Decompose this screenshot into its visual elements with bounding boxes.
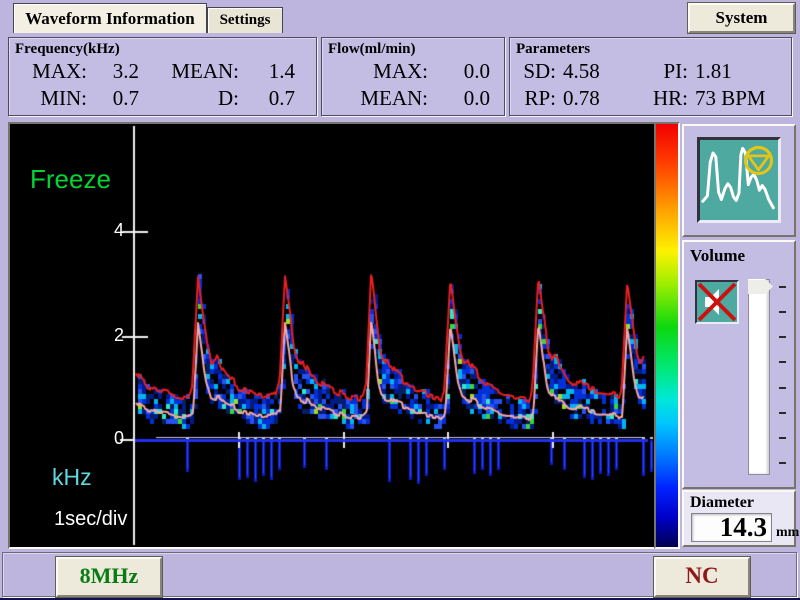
frequency-max-value: 3.2 bbox=[87, 58, 139, 85]
frequency-mean-label: MEAN: bbox=[139, 58, 239, 85]
volume-slider-track[interactable] bbox=[748, 279, 770, 475]
parameters-rp-value: 0.78 bbox=[556, 85, 638, 112]
waveform-mode-button[interactable] bbox=[697, 137, 781, 223]
freeze-status-label: Freeze bbox=[30, 164, 111, 195]
time-scale-label: 1sec/div bbox=[54, 508, 127, 531]
volume-slider-ticks bbox=[779, 286, 786, 464]
mute-button[interactable] bbox=[695, 280, 739, 324]
diameter-panel: Diameter 14.3 mm bbox=[682, 490, 796, 547]
bottom-bar: 8MHz NC bbox=[2, 552, 797, 597]
tab-waveform-information[interactable]: Waveform Information bbox=[13, 3, 207, 33]
frequency-min-label: MIN: bbox=[9, 85, 87, 112]
frequency-d-label: D: bbox=[139, 85, 239, 112]
flow-mean-value: 0.0 bbox=[428, 85, 490, 112]
parameters-hr-label: HR: bbox=[638, 85, 688, 112]
spectrogram-display: Freeze 4 2 0 kHz 1sec/div bbox=[8, 122, 658, 549]
y-axis-tick-2: 2 bbox=[100, 325, 124, 346]
volume-panel: Volume bbox=[682, 240, 796, 489]
y-axis-tick-0: 0 bbox=[100, 428, 124, 449]
speaker-muted-icon bbox=[697, 282, 737, 322]
tab-settings[interactable]: Settings bbox=[207, 7, 283, 33]
frequency-max-label: MAX: bbox=[9, 58, 87, 85]
system-button[interactable]: System bbox=[688, 3, 795, 33]
volume-label: Volume bbox=[690, 246, 745, 266]
diameter-value-field[interactable]: 14.3 bbox=[691, 513, 772, 542]
flow-mean-label: MEAN: bbox=[322, 85, 428, 112]
diameter-unit-label: mm bbox=[776, 525, 799, 541]
frequency-mean-value: 1.4 bbox=[239, 58, 295, 85]
waveform-mode-panel bbox=[682, 124, 796, 237]
probe-frequency-button[interactable]: 8MHz bbox=[56, 557, 162, 597]
frequency-min-value: 0.7 bbox=[87, 85, 139, 112]
parameters-rp-label: RP: bbox=[510, 85, 556, 112]
parameters-pi-label: PI: bbox=[638, 58, 688, 85]
parameters-sd-label: SD: bbox=[510, 58, 556, 85]
unit-label: kHz bbox=[52, 464, 92, 491]
flow-panel: Flow(ml/min) MAX: 0.0 MEAN: 0.0 bbox=[321, 37, 505, 116]
flow-max-value: 0.0 bbox=[428, 58, 490, 85]
frequency-d-value: 0.7 bbox=[239, 85, 295, 112]
parameters-sd-value: 4.58 bbox=[556, 58, 638, 85]
y-axis-tick-4: 4 bbox=[100, 220, 124, 241]
parameters-pi-value: 1.81 bbox=[688, 58, 791, 85]
frequency-panel-title: Frequency(kHz) bbox=[9, 38, 316, 58]
nc-button[interactable]: NC bbox=[654, 557, 750, 597]
waveform-icon bbox=[700, 140, 778, 220]
flow-max-label: MAX: bbox=[322, 58, 428, 85]
flow-panel-title: Flow(ml/min) bbox=[322, 38, 504, 58]
parameters-panel: Parameters SD: 4.58 PI: 1.81 RP: 0.78 HR… bbox=[509, 37, 792, 116]
frequency-panel: Frequency(kHz) MAX: 3.2 MEAN: 1.4 MIN: 0… bbox=[8, 37, 317, 116]
volume-slider-thumb[interactable] bbox=[748, 279, 773, 294]
parameters-hr-value: 73 BPM bbox=[688, 85, 791, 112]
diameter-title: Diameter bbox=[690, 494, 754, 512]
velocity-colorbar bbox=[654, 122, 680, 549]
parameters-panel-title: Parameters bbox=[510, 38, 791, 58]
